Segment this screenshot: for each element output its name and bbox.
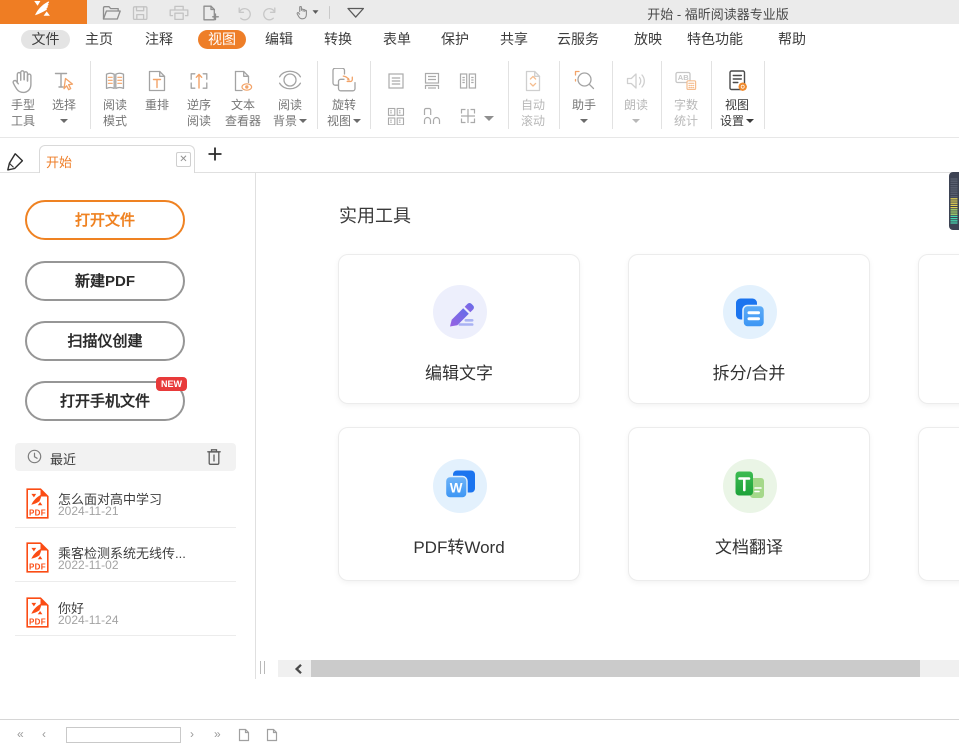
svg-text:W: W (450, 481, 463, 496)
